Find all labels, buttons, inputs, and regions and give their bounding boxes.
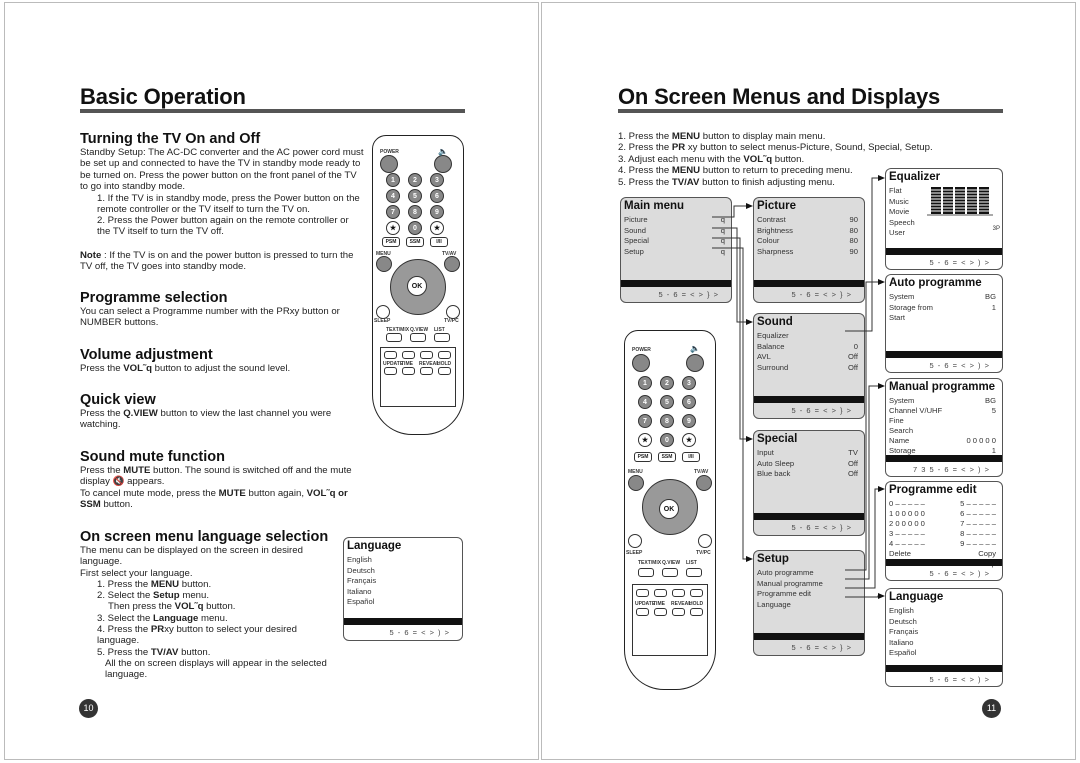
number-button[interactable]: 4 bbox=[638, 394, 652, 409]
teletext-label: HOLD bbox=[689, 601, 704, 608]
teletext-button[interactable] bbox=[384, 367, 397, 375]
number-button[interactable]: 6 bbox=[430, 189, 444, 203]
teletext-button[interactable] bbox=[402, 367, 415, 375]
mute-button[interactable] bbox=[686, 354, 704, 372]
power-button[interactable] bbox=[632, 354, 650, 372]
color-button[interactable] bbox=[672, 589, 685, 598]
number-button[interactable]: 1 bbox=[386, 173, 400, 187]
sleep-button[interactable] bbox=[376, 305, 390, 319]
teletext-button[interactable] bbox=[672, 608, 685, 617]
psm-button[interactable]: PSM bbox=[382, 237, 400, 247]
ok-button[interactable]: OK bbox=[407, 276, 427, 296]
sleep-button[interactable] bbox=[628, 534, 642, 548]
tv-av-button[interactable] bbox=[444, 256, 460, 272]
mute-icon: 🔈 bbox=[438, 147, 448, 156]
number-button[interactable]: 8 bbox=[660, 414, 674, 428]
teletext-label: Q.VIEW bbox=[662, 560, 681, 567]
number-button[interactable]: 1 bbox=[638, 375, 652, 390]
teletext-button[interactable] bbox=[386, 333, 402, 342]
color-button[interactable] bbox=[438, 351, 451, 359]
power-label: POWER bbox=[632, 346, 651, 353]
tv-pc-button[interactable] bbox=[698, 534, 712, 548]
number-button[interactable]: 5 bbox=[408, 189, 422, 203]
mute-icon: 🔈 bbox=[690, 344, 700, 354]
teletext-button[interactable] bbox=[662, 567, 678, 577]
menu-connector-lines bbox=[712, 175, 993, 599]
dual-button[interactable]: I/II bbox=[430, 237, 448, 247]
page-number-right: 11 bbox=[982, 699, 1001, 718]
sleep-label: SLEEP bbox=[626, 549, 643, 556]
number-button[interactable]: 2 bbox=[408, 173, 422, 187]
number-button[interactable]: 0 bbox=[408, 221, 422, 235]
remote-control-left: POWER 🔈 1 2 3 4 5 6 7 8 9 ★ 0 ★ PSM SSM I/II MENU TV/AV OK S… bbox=[368, 135, 468, 435]
equalizer-bars bbox=[931, 187, 989, 214]
mute-button[interactable] bbox=[434, 155, 452, 173]
remote-control-right: POWER 🔈 1 2 3 4 5 6 7 8 9 ★ 0 ★ PSM SSM I/II MENU TV/AV OK S… bbox=[620, 330, 720, 690]
number-button[interactable]: 7 bbox=[638, 414, 652, 428]
color-button[interactable] bbox=[420, 351, 433, 359]
menu-button[interactable] bbox=[376, 256, 392, 272]
number-button[interactable]: 6 bbox=[682, 394, 696, 409]
psm-button[interactable]: PSM bbox=[634, 452, 652, 463]
number-button[interactable]: 9 bbox=[430, 205, 444, 219]
number-button[interactable]: 8 bbox=[408, 205, 422, 219]
teletext-button[interactable] bbox=[434, 333, 450, 342]
color-button[interactable] bbox=[384, 351, 397, 359]
ssm-button[interactable]: SSM bbox=[658, 452, 676, 463]
color-button[interactable] bbox=[654, 589, 667, 598]
teletext-label: LIST bbox=[686, 560, 697, 567]
tv-pc-label: TV/PC bbox=[696, 549, 711, 556]
number-button[interactable]: 9 bbox=[682, 414, 696, 428]
teletext-button[interactable] bbox=[690, 608, 703, 617]
color-button[interactable] bbox=[690, 589, 703, 598]
number-button[interactable]: 7 bbox=[386, 205, 400, 219]
teletext-button[interactable] bbox=[410, 333, 426, 342]
number-button[interactable]: 2 bbox=[660, 375, 674, 390]
color-button[interactable] bbox=[636, 589, 649, 598]
color-button[interactable] bbox=[402, 351, 415, 359]
tv-pc-button[interactable] bbox=[446, 305, 460, 319]
teletext-button[interactable] bbox=[654, 608, 667, 617]
teletext-button[interactable] bbox=[420, 367, 433, 375]
ssm-button[interactable]: SSM bbox=[406, 237, 424, 247]
number-button[interactable]: 3 bbox=[682, 375, 696, 390]
teletext-button[interactable] bbox=[636, 608, 649, 617]
page-number-left: 10 bbox=[79, 699, 98, 718]
number-button[interactable]: 5 bbox=[660, 394, 674, 409]
number-button[interactable]: 4 bbox=[386, 189, 400, 203]
teletext-button[interactable] bbox=[438, 367, 451, 375]
teletext-label: TIME bbox=[653, 601, 665, 608]
teletext-button[interactable] bbox=[686, 567, 702, 577]
power-button[interactable] bbox=[380, 155, 398, 173]
dual-button[interactable]: I/II bbox=[682, 452, 700, 463]
number-button[interactable]: ★ bbox=[386, 221, 400, 235]
number-button[interactable]: ★ bbox=[430, 221, 444, 235]
teletext-label: TEXT/MIX bbox=[638, 560, 662, 567]
teletext-button[interactable] bbox=[638, 567, 654, 577]
number-button[interactable]: 3 bbox=[430, 173, 444, 187]
